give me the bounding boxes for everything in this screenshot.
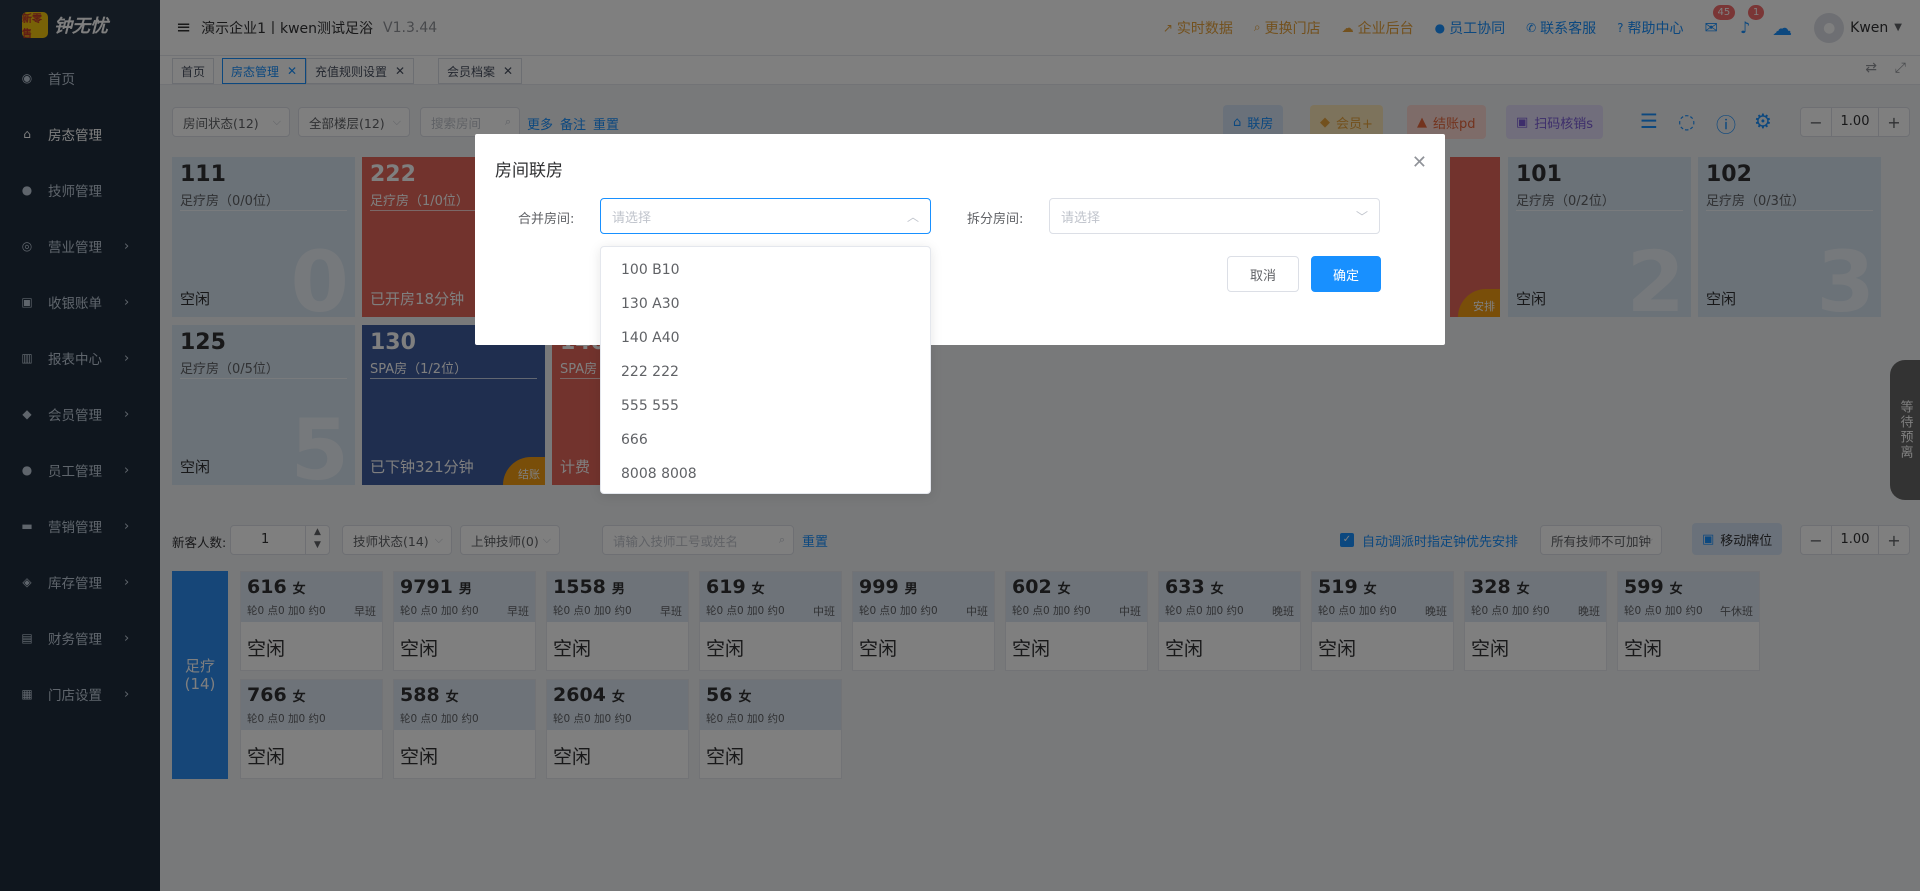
dialog-title: 房间联房 [495, 161, 563, 181]
chevron-up-icon: ︿ [906, 209, 919, 224]
split-room-select[interactable]: 请选择 ﹀ [1049, 198, 1380, 234]
merge-room-placeholder: 请选择 [612, 210, 652, 226]
merge-room-select[interactable]: 请选择 ︿ [600, 198, 931, 234]
split-room-label: 拆分房间: [967, 212, 1024, 227]
dropdown-option[interactable]: 8008 8008 [601, 457, 930, 491]
merge-room-label: 合并房间: [518, 212, 575, 227]
dropdown-option[interactable]: 555 555 [601, 389, 930, 423]
dropdown-option[interactable]: 100 B10 [601, 253, 930, 287]
merge-room-dropdown: 100 B10 130 A30 140 A40 222 222 555 555 666 80… [600, 246, 931, 494]
cancel-button[interactable]: 取消 [1227, 256, 1299, 292]
split-room-placeholder: 请选择 [1061, 210, 1101, 226]
confirm-button[interactable]: 确定 [1311, 256, 1381, 292]
dropdown-option[interactable]: 666 [601, 423, 930, 457]
chevron-down-icon: ﹀ [1355, 209, 1368, 224]
dropdown-option[interactable]: 222 222 [601, 355, 930, 389]
dropdown-option[interactable]: 130 A30 [601, 287, 930, 321]
close-icon[interactable]: ✕ [1412, 152, 1427, 173]
dropdown-option[interactable]: 140 A40 [601, 321, 930, 355]
